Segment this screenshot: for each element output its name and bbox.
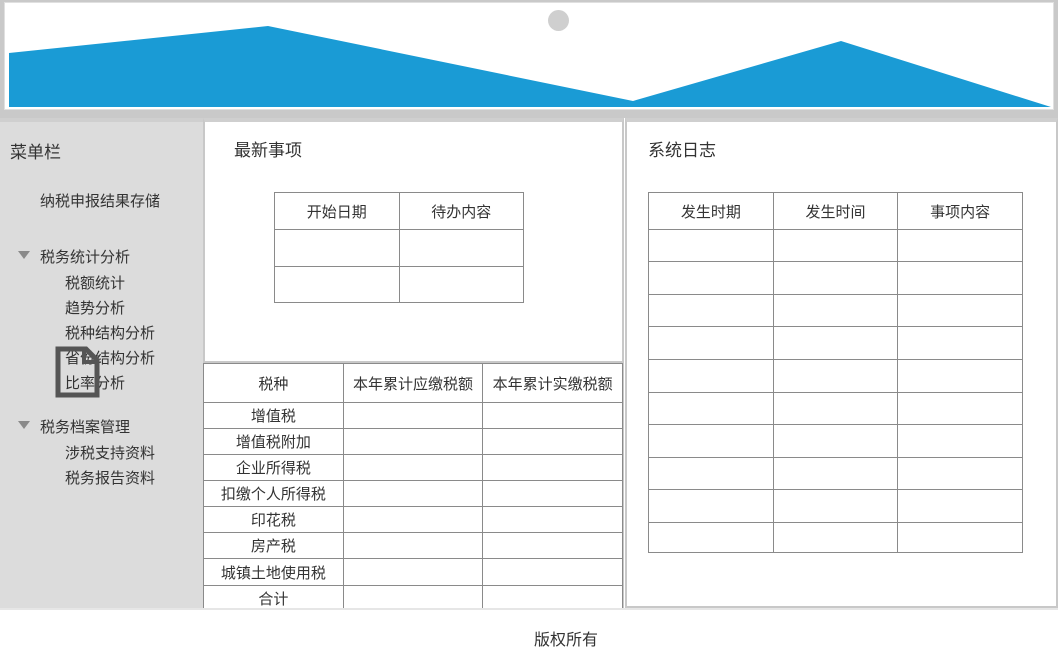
tax-type-cell: 印花税: [203, 506, 344, 533]
menu-item-tax-amount[interactable]: 税额统计: [65, 272, 125, 293]
menu-group-label: 税务档案管理: [40, 418, 131, 436]
document-icon[interactable]: [54, 346, 100, 398]
table-row: 扣缴个人所得税: [203, 480, 623, 507]
table-row: [648, 359, 1023, 393]
copyright-text: 版权所有: [534, 630, 599, 649]
latest-items-panel: 最新事项 开始日期 待办内容: [203, 118, 624, 363]
table-row: [274, 266, 524, 303]
table-row: 房产税: [203, 532, 623, 559]
table-row: [648, 294, 1023, 327]
banner-mountains: [9, 26, 1051, 107]
tax-type-cell: 扣缴个人所得税: [203, 480, 344, 507]
table-row: [648, 424, 1023, 458]
menu-item-tax-structure[interactable]: 税种结构分析: [65, 322, 155, 343]
menu-group-label: 税务统计分析: [40, 248, 131, 266]
latest-items-title: 最新事项: [234, 141, 302, 161]
tax-summary-table: 税种 本年累计应缴税额 本年累计实缴税额 增值税 增值税附加 企业所得税 扣缴个…: [203, 363, 623, 612]
menu-group-tax-statistics[interactable]: 税务统计分析: [18, 246, 130, 267]
system-log-title: 系统日志: [648, 141, 716, 161]
column-header: 发生时期: [648, 192, 774, 230]
footer: 版权所有: [0, 608, 1058, 654]
triangle-down-icon: [18, 251, 30, 259]
sidebar-title: 菜单栏: [10, 143, 61, 163]
column-header: 事项内容: [897, 192, 1023, 230]
column-header: 发生时间: [772, 192, 899, 230]
menu-group-tax-archive[interactable]: 税务档案管理: [18, 416, 130, 437]
table-row: [648, 261, 1023, 295]
table-row: [274, 229, 524, 267]
banner-dot-icon: [548, 10, 569, 31]
column-header: 待办内容: [398, 192, 524, 230]
table-row: [648, 522, 1023, 553]
tax-type-cell: 房产税: [203, 532, 344, 559]
table-row: 城镇土地使用税: [203, 558, 623, 586]
column-header: 本年累计应缴税额: [342, 363, 484, 403]
column-header: 本年累计实缴税额: [482, 363, 623, 403]
tax-type-cell: 增值税: [203, 402, 344, 429]
system-log-table: 发生时期 发生时间 事项内容: [648, 192, 1023, 553]
menu-item-trend-analysis[interactable]: 趋势分析: [65, 297, 125, 318]
sidebar: 菜单栏 纳税申报结果存储 税务统计分析 税额统计 趋势分析 税种结构分析 省份结…: [0, 118, 203, 608]
tax-type-cell: 增值税附加: [203, 428, 344, 455]
tax-summary-section: 税种 本年累计应缴税额 本年累计实缴税额 增值税 增值税附加 企业所得税 扣缴个…: [203, 363, 624, 612]
column-header: 税种: [203, 363, 344, 403]
banner-frame: [4, 2, 1054, 110]
menu-item-tax-filing-storage[interactable]: 纳税申报结果存储: [40, 190, 160, 211]
menu-item-tax-report-docs[interactable]: 税务报告资料: [65, 467, 155, 488]
table-row: [648, 326, 1023, 360]
table-row: 增值税: [203, 402, 623, 429]
table-row: [648, 457, 1023, 490]
menu-item-tax-support-docs[interactable]: 涉税支持资料: [65, 442, 155, 463]
triangle-down-icon: [18, 421, 30, 429]
table-row: 企业所得税: [203, 454, 623, 481]
header-banner: [0, 0, 1058, 118]
tax-type-cell: 城镇土地使用税: [203, 558, 344, 586]
system-log-panel: 系统日志 发生时期 发生时间 事项内容: [625, 118, 1058, 608]
table-row: [648, 489, 1023, 523]
latest-items-table: 开始日期 待办内容: [274, 192, 524, 303]
table-row: [648, 229, 1023, 262]
tax-type-cell: 企业所得税: [203, 454, 344, 481]
table-row: [648, 392, 1023, 425]
table-row: 增值税附加: [203, 428, 623, 455]
column-header: 开始日期: [274, 192, 400, 230]
table-row: 印花税: [203, 506, 623, 533]
